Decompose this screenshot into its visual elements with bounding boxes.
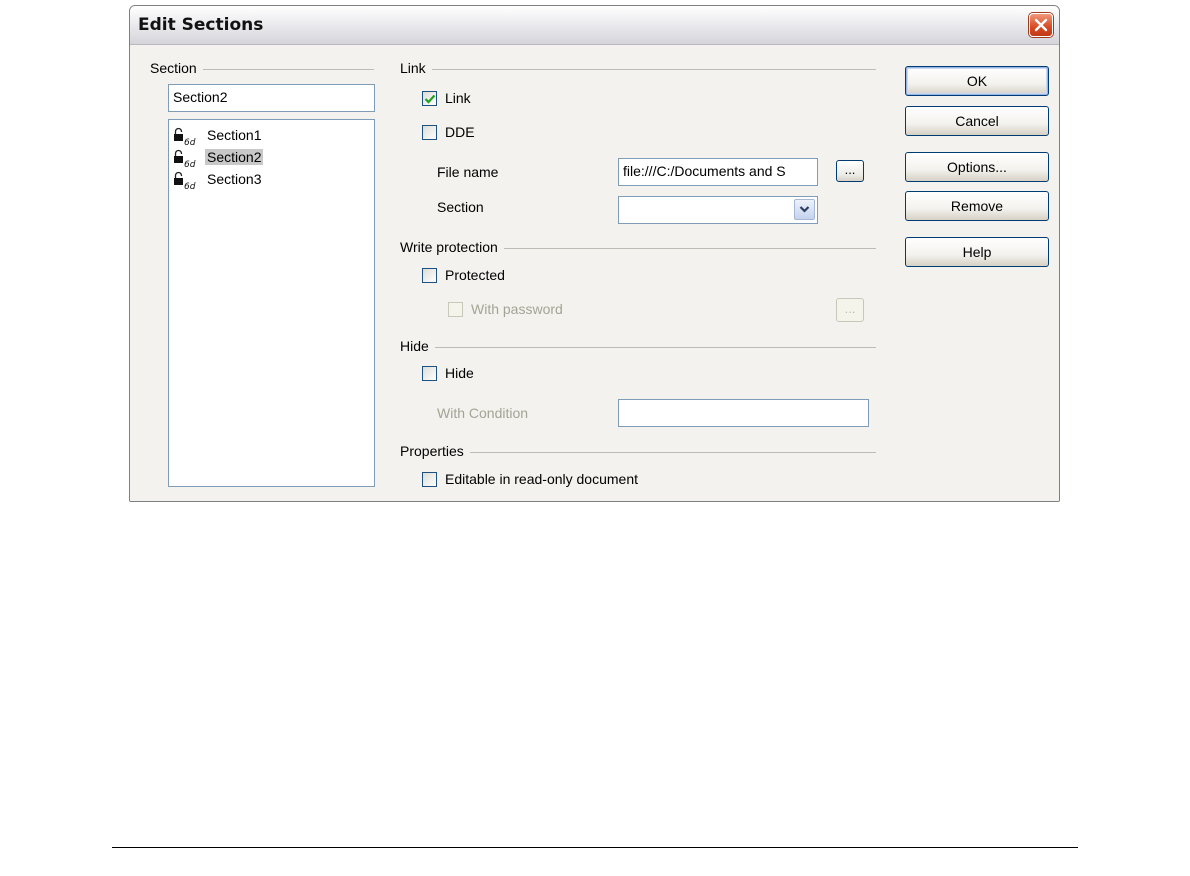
hide-checkbox-label: Hide <box>445 365 474 381</box>
svg-text:6d: 6d <box>184 138 196 146</box>
list-item-label-selected: Section2 <box>205 149 264 165</box>
hide-group: Hide <box>400 338 876 356</box>
dropdown-button[interactable] <box>794 199 815 220</box>
close-icon <box>1034 18 1048 32</box>
write-protection-group: Write protection <box>400 239 876 257</box>
password-checkbox-label: With password <box>471 301 563 317</box>
group-divider <box>400 69 876 70</box>
help-button[interactable]: Help <box>905 237 1049 267</box>
svg-text:6d: 6d <box>184 160 196 168</box>
dde-checkbox-label: DDE <box>445 124 475 140</box>
title-bar[interactable]: Edit Sections <box>130 6 1059 45</box>
section-name-input[interactable]: Section2 <box>168 84 375 112</box>
password-checkbox-row: With password <box>448 300 628 322</box>
properties-group-label: Properties <box>400 443 470 459</box>
editable-checkbox-label: Editable in read-only document <box>445 471 639 487</box>
condition-label: With Condition <box>437 405 529 421</box>
cancel-button[interactable]: Cancel <box>905 106 1049 136</box>
hide-group-label: Hide <box>400 338 435 354</box>
remove-button[interactable]: Remove <box>905 191 1049 221</box>
editable-checkbox[interactable] <box>422 472 437 487</box>
protected-checkbox-row[interactable]: Protected <box>422 266 582 288</box>
list-item-section2[interactable]: 6d Section2 <box>173 146 363 168</box>
lock-link-icon: 6d <box>174 149 196 168</box>
dde-checkbox-row[interactable]: DDE <box>422 123 542 145</box>
properties-group: Properties <box>400 443 876 461</box>
list-item-section3[interactable]: 6d Section3 <box>173 168 363 190</box>
section-group: Section <box>150 60 374 78</box>
link-checkbox-row[interactable]: Link <box>422 89 542 111</box>
protected-checkbox[interactable] <box>422 268 437 283</box>
list-item-section1[interactable]: 6d Section1 <box>173 124 363 146</box>
protected-checkbox-label: Protected <box>445 267 505 283</box>
dde-checkbox[interactable] <box>422 125 437 140</box>
lock-link-icon: 6d <box>174 171 196 190</box>
section-select[interactable] <box>618 196 818 224</box>
condition-input[interactable] <box>618 399 869 427</box>
section-group-label: Section <box>150 60 203 76</box>
section-select-label: Section <box>437 199 484 215</box>
list-item-label: Section1 <box>207 127 262 143</box>
chevron-down-icon <box>799 206 810 213</box>
editable-checkbox-row[interactable]: Editable in read-only document <box>422 470 702 492</box>
section-list[interactable]: 6d Section1 6d Section2 6d Section3 <box>168 119 375 487</box>
write-protection-group-label: Write protection <box>400 239 504 255</box>
link-group: Link <box>400 60 876 78</box>
link-checkbox[interactable] <box>422 91 437 106</box>
file-name-label: File name <box>437 164 499 180</box>
password-checkbox <box>448 302 463 317</box>
list-item-label: Section3 <box>207 171 262 187</box>
hide-checkbox-row[interactable]: Hide <box>422 364 542 386</box>
lock-link-icon: 6d <box>174 127 196 146</box>
dialog-body: Section Section2 6d Section1 6d Section2 <box>130 45 1059 501</box>
page-rule <box>112 847 1078 848</box>
hide-checkbox[interactable] <box>422 366 437 381</box>
check-icon <box>424 94 436 104</box>
link-checkbox-label: Link <box>445 90 471 106</box>
edit-sections-dialog: Edit Sections Section Section2 6d Sectio… <box>129 5 1060 502</box>
file-name-input[interactable]: file:///C:/Documents and S <box>618 158 818 186</box>
close-button[interactable] <box>1029 13 1053 37</box>
svg-text:6d: 6d <box>184 182 196 190</box>
link-group-label: Link <box>400 60 432 76</box>
ok-button[interactable]: OK <box>905 66 1049 96</box>
group-divider <box>400 347 876 348</box>
password-button: ... <box>836 298 864 322</box>
group-divider <box>400 452 876 453</box>
options-button[interactable]: Options... <box>905 152 1049 182</box>
dialog-title: Edit Sections <box>138 15 264 35</box>
browse-file-button[interactable]: ... <box>836 160 864 182</box>
